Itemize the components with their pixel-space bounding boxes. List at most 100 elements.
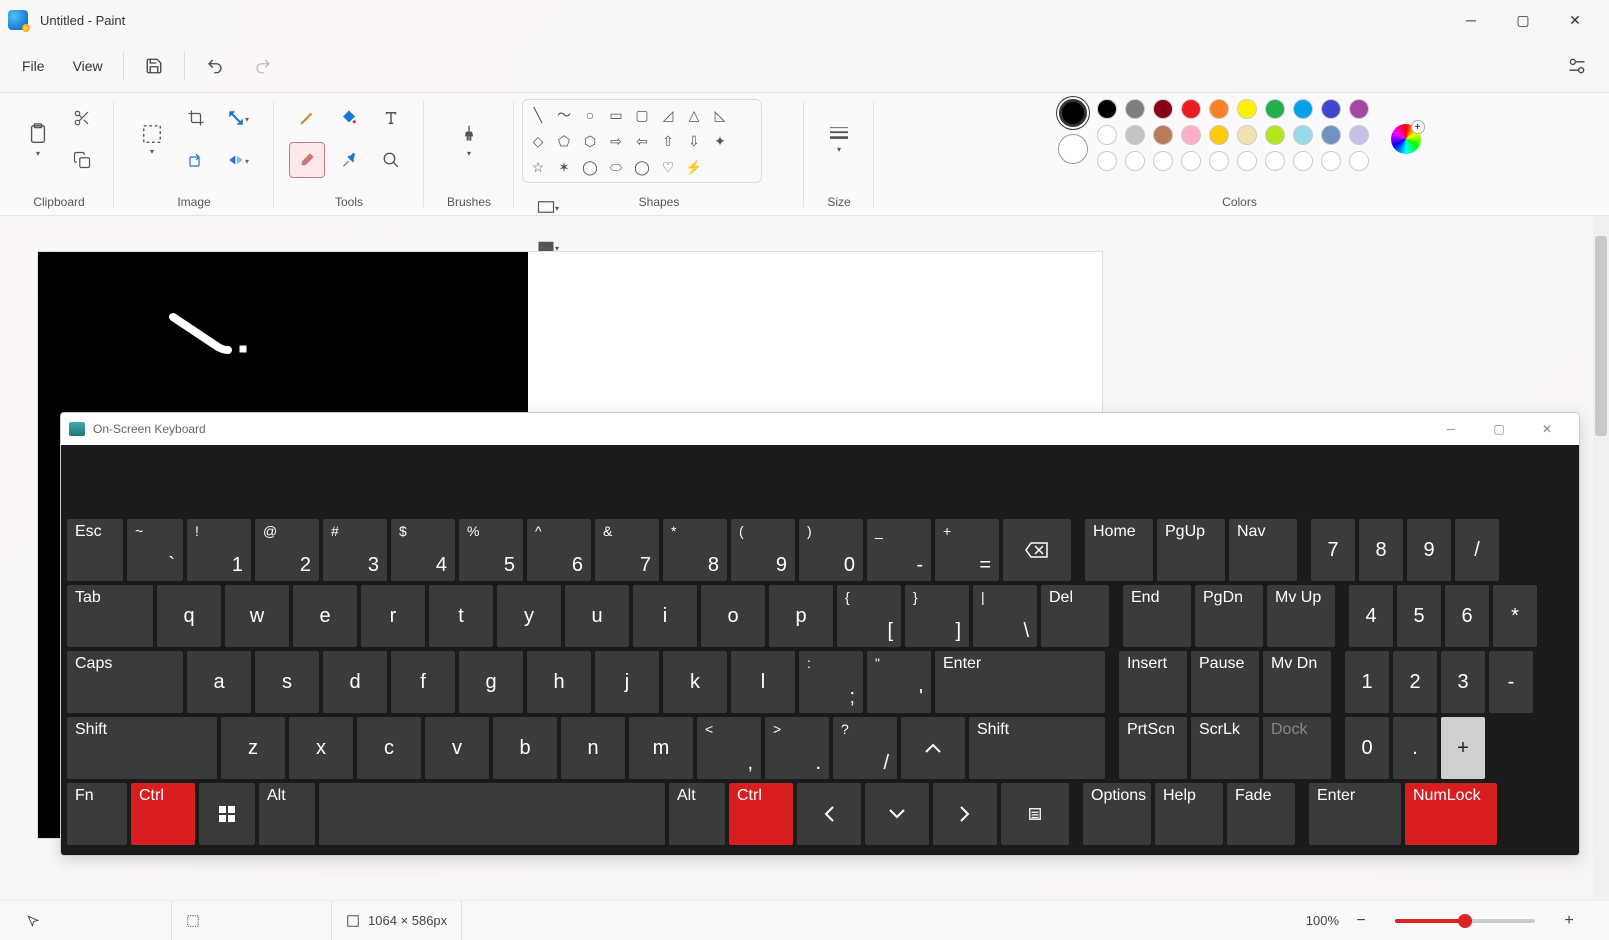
zoom-slider-thumb[interactable] — [1458, 914, 1472, 928]
key-e[interactable]: e — [293, 585, 357, 647]
key-win[interactable] — [199, 783, 255, 845]
menu-view[interactable]: View — [59, 50, 117, 82]
key-num5[interactable]: 5 — [1397, 585, 1441, 647]
key-down[interactable] — [865, 783, 929, 845]
key-nav[interactable]: Nav — [1229, 519, 1297, 581]
shapes-gallery[interactable]: ╲〜○▭▢◿△◺ ◇⬠⬡⇨⇦⇧⇩✦ ☆✶◯⬭◯♡⚡ — [522, 99, 762, 183]
key-1[interactable]: !1 — [187, 519, 251, 581]
key-m[interactable]: m — [629, 717, 693, 779]
key-4[interactable]: $4 — [391, 519, 455, 581]
key-numenter[interactable]: Enter — [1309, 783, 1401, 845]
key-shift-right[interactable]: Shift — [969, 717, 1105, 779]
key-i[interactable]: i — [633, 585, 697, 647]
key-2[interactable]: @2 — [255, 519, 319, 581]
color-swatch[interactable] — [1097, 99, 1117, 119]
key-fn[interactable]: Fn — [67, 783, 127, 845]
color-swatch[interactable] — [1321, 125, 1341, 145]
key-ctrl-right[interactable]: Ctrl — [729, 783, 793, 845]
color-swatch[interactable] — [1237, 125, 1257, 145]
cut-button[interactable] — [64, 100, 100, 136]
key-3[interactable]: #3 — [323, 519, 387, 581]
key-esc[interactable]: Esc — [67, 519, 123, 581]
key-num7[interactable]: 7 — [1311, 519, 1355, 581]
scrollbar-thumb[interactable] — [1595, 236, 1607, 436]
key-num6[interactable]: 6 — [1445, 585, 1489, 647]
key-mvdn[interactable]: Mv Dn — [1263, 651, 1331, 713]
color-swatch[interactable] — [1097, 151, 1117, 171]
key-minus[interactable]: _- — [867, 519, 931, 581]
key-bracket-right[interactable]: }] — [905, 585, 969, 647]
color-swatch[interactable] — [1181, 99, 1201, 119]
key-f[interactable]: f — [391, 651, 455, 713]
key-z[interactable]: z — [221, 717, 285, 779]
color-swatch[interactable] — [1293, 99, 1313, 119]
key-b[interactable]: b — [493, 717, 557, 779]
color-1[interactable] — [1059, 99, 1087, 127]
key-bracket-left[interactable]: {[ — [837, 585, 901, 647]
save-button[interactable] — [134, 48, 174, 84]
eraser-tool[interactable] — [289, 142, 325, 178]
key-y[interactable]: y — [497, 585, 561, 647]
key-d[interactable]: d — [323, 651, 387, 713]
redo-button[interactable] — [243, 48, 283, 84]
key-num8[interactable]: 8 — [1359, 519, 1403, 581]
size-button[interactable]: ▾ — [819, 99, 859, 179]
color-swatch[interactable] — [1153, 151, 1173, 171]
color-swatch[interactable] — [1153, 125, 1173, 145]
key-g[interactable]: g — [459, 651, 523, 713]
crop-button[interactable] — [178, 100, 214, 136]
key-v[interactable]: v — [425, 717, 489, 779]
menu-file[interactable]: File — [8, 50, 59, 82]
key-ctrl-left[interactable]: Ctrl — [131, 783, 195, 845]
key-s[interactable]: s — [255, 651, 319, 713]
text-tool[interactable] — [373, 100, 409, 136]
key-equals[interactable]: += — [935, 519, 999, 581]
flip-button[interactable]: ▾ — [220, 142, 256, 178]
key-caps[interactable]: Caps — [67, 651, 183, 713]
key-h[interactable]: h — [527, 651, 591, 713]
pencil-tool[interactable] — [289, 100, 325, 136]
osk-titlebar[interactable]: On-Screen Keyboard ─ ▢ ✕ — [61, 413, 1579, 445]
key-r[interactable]: r — [361, 585, 425, 647]
color-swatch[interactable] — [1125, 125, 1145, 145]
rotate-button[interactable] — [178, 142, 214, 178]
fill-tool[interactable] — [331, 100, 367, 136]
key-numadd[interactable]: + — [1441, 717, 1485, 779]
color-swatch[interactable] — [1209, 125, 1229, 145]
key-shift-left[interactable]: Shift — [67, 717, 217, 779]
color-swatch[interactable] — [1125, 151, 1145, 171]
key-numlock[interactable]: NumLock — [1405, 783, 1497, 845]
zoom-out-button[interactable]: − — [1347, 912, 1375, 930]
key-num4[interactable]: 4 — [1349, 585, 1393, 647]
key-mvup[interactable]: Mv Up — [1267, 585, 1335, 647]
key-n[interactable]: n — [561, 717, 625, 779]
key-backtick[interactable]: ~` — [127, 519, 183, 581]
edit-colors-button[interactable] — [1391, 124, 1421, 154]
key-5[interactable]: %5 — [459, 519, 523, 581]
color-swatch[interactable] — [1321, 99, 1341, 119]
key-w[interactable]: w — [225, 585, 289, 647]
key-numdot[interactable]: . — [1393, 717, 1437, 779]
key-enter[interactable]: Enter — [935, 651, 1105, 713]
key-num2[interactable]: 2 — [1393, 651, 1437, 713]
key-period[interactable]: >. — [765, 717, 829, 779]
key-pause[interactable]: Pause — [1191, 651, 1259, 713]
key-num1[interactable]: 1 — [1345, 651, 1389, 713]
color-swatch[interactable] — [1209, 151, 1229, 171]
copy-button[interactable] — [64, 142, 100, 178]
key-u[interactable]: u — [565, 585, 629, 647]
key-num9[interactable]: 9 — [1407, 519, 1451, 581]
key-numdiv[interactable]: / — [1455, 519, 1499, 581]
color-swatch[interactable] — [1293, 125, 1313, 145]
key-0[interactable]: )0 — [799, 519, 863, 581]
picker-tool[interactable] — [331, 142, 367, 178]
color-swatch[interactable] — [1349, 99, 1369, 119]
key-pgup[interactable]: PgUp — [1157, 519, 1225, 581]
key-prtscn[interactable]: PrtScn — [1119, 717, 1187, 779]
color-swatch[interactable] — [1237, 151, 1257, 171]
color-swatch[interactable] — [1097, 125, 1117, 145]
color-2[interactable] — [1059, 135, 1087, 163]
key-scrlk[interactable]: ScrLk — [1191, 717, 1259, 779]
key-del[interactable]: Del — [1041, 585, 1109, 647]
key-up[interactable] — [901, 717, 965, 779]
